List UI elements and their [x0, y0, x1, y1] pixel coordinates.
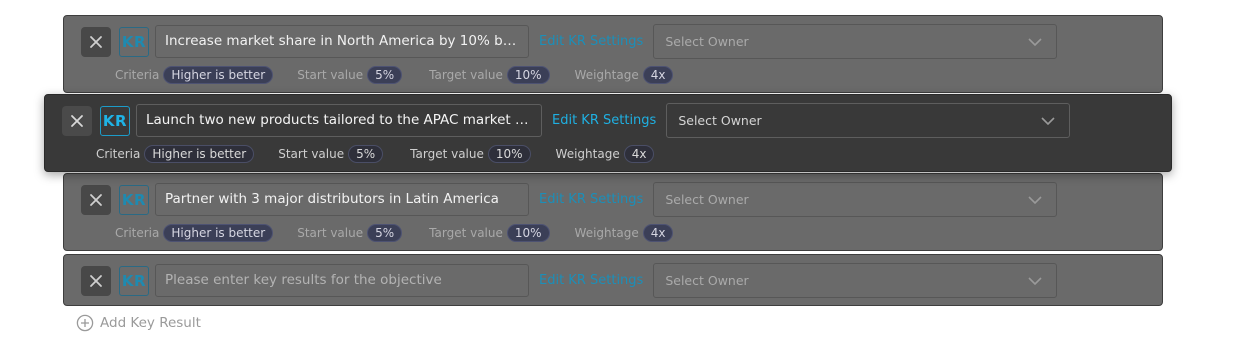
criteria-pill: Higher is better [144, 145, 255, 163]
start-value-label: Start value [297, 68, 364, 82]
chevron-down-icon [1028, 276, 1042, 285]
target-value-pill: 10% [506, 66, 550, 84]
key-result-input[interactable]: Partner with 3 major distributors in Lat… [155, 183, 529, 216]
weightage-label: Weightage [574, 68, 639, 82]
key-result-input[interactable]: Launch two new products tailored to the … [136, 104, 542, 137]
chevron-down-icon [1028, 195, 1042, 204]
owner-select-placeholder: Select Owner [665, 34, 749, 49]
close-icon [90, 193, 102, 206]
edit-kr-settings-link[interactable]: Edit KR Settings [539, 273, 643, 288]
kr-badge: KR [119, 184, 149, 215]
chevron-down-icon [1028, 37, 1042, 46]
add-key-result-button[interactable]: Add Key Result [76, 314, 201, 332]
chevron-down-icon [1041, 116, 1055, 125]
weightage-label: Weightage [574, 226, 639, 240]
criteria-label: Criteria [96, 147, 141, 161]
owner-select[interactable]: Select Owner [653, 182, 1058, 217]
remove-key-result-button[interactable] [81, 265, 111, 296]
target-value-pill: 10% [487, 145, 531, 163]
key-result-card: KR Partner with 3 major distributors in … [63, 173, 1163, 251]
weightage-pill: 4x [642, 66, 674, 84]
kr-badge: KR [100, 105, 130, 136]
weightage-label: Weightage [555, 147, 620, 161]
kr-badge: KR [119, 26, 149, 57]
criteria-label: Criteria [115, 68, 160, 82]
close-icon [90, 35, 102, 48]
close-icon [90, 274, 102, 287]
target-value-label: Target value [429, 226, 503, 240]
target-value-pill: 10% [506, 224, 550, 242]
remove-key-result-button[interactable] [81, 26, 111, 57]
close-icon [71, 114, 83, 127]
start-value-pill: 5% [367, 224, 403, 242]
owner-select[interactable]: Select Owner [653, 263, 1058, 298]
edit-kr-settings-link[interactable]: Edit KR Settings [539, 192, 643, 207]
start-value-label: Start value [297, 226, 364, 240]
plus-circle-icon [76, 314, 94, 332]
owner-select-placeholder: Select Owner [678, 113, 762, 128]
criteria-pill: Higher is better [163, 66, 274, 84]
criteria-label: Criteria [115, 226, 160, 240]
add-key-result-label: Add Key Result [100, 315, 201, 331]
weightage-pill: 4x [642, 224, 674, 242]
edit-kr-settings-link[interactable]: Edit KR Settings [552, 113, 656, 128]
criteria-pill: Higher is better [163, 224, 274, 242]
remove-key-result-button[interactable] [81, 184, 111, 215]
owner-select[interactable]: Select Owner [666, 103, 1071, 138]
target-value-label: Target value [410, 147, 484, 161]
weightage-pill: 4x [623, 145, 655, 163]
key-result-card: KR Increase market share in North Americ… [63, 15, 1163, 93]
start-value-pill: 5% [348, 145, 384, 163]
edit-kr-settings-link[interactable]: Edit KR Settings [539, 34, 643, 49]
owner-select-placeholder: Select Owner [665, 273, 749, 288]
key-result-input[interactable]: Increase market share in North America b… [155, 25, 529, 58]
owner-select[interactable]: Select Owner [653, 24, 1058, 59]
key-result-card: KR Please enter key results for the obje… [63, 254, 1163, 306]
kr-badge: KR [119, 265, 149, 296]
owner-select-placeholder: Select Owner [665, 192, 749, 207]
key-result-card-active[interactable]: KR Launch two new products tailored to t… [44, 94, 1172, 172]
target-value-label: Target value [429, 68, 503, 82]
remove-key-result-button[interactable] [62, 105, 92, 136]
start-value-label: Start value [278, 147, 345, 161]
key-result-input[interactable]: Please enter key results for the objecti… [155, 264, 529, 297]
start-value-pill: 5% [367, 66, 403, 84]
